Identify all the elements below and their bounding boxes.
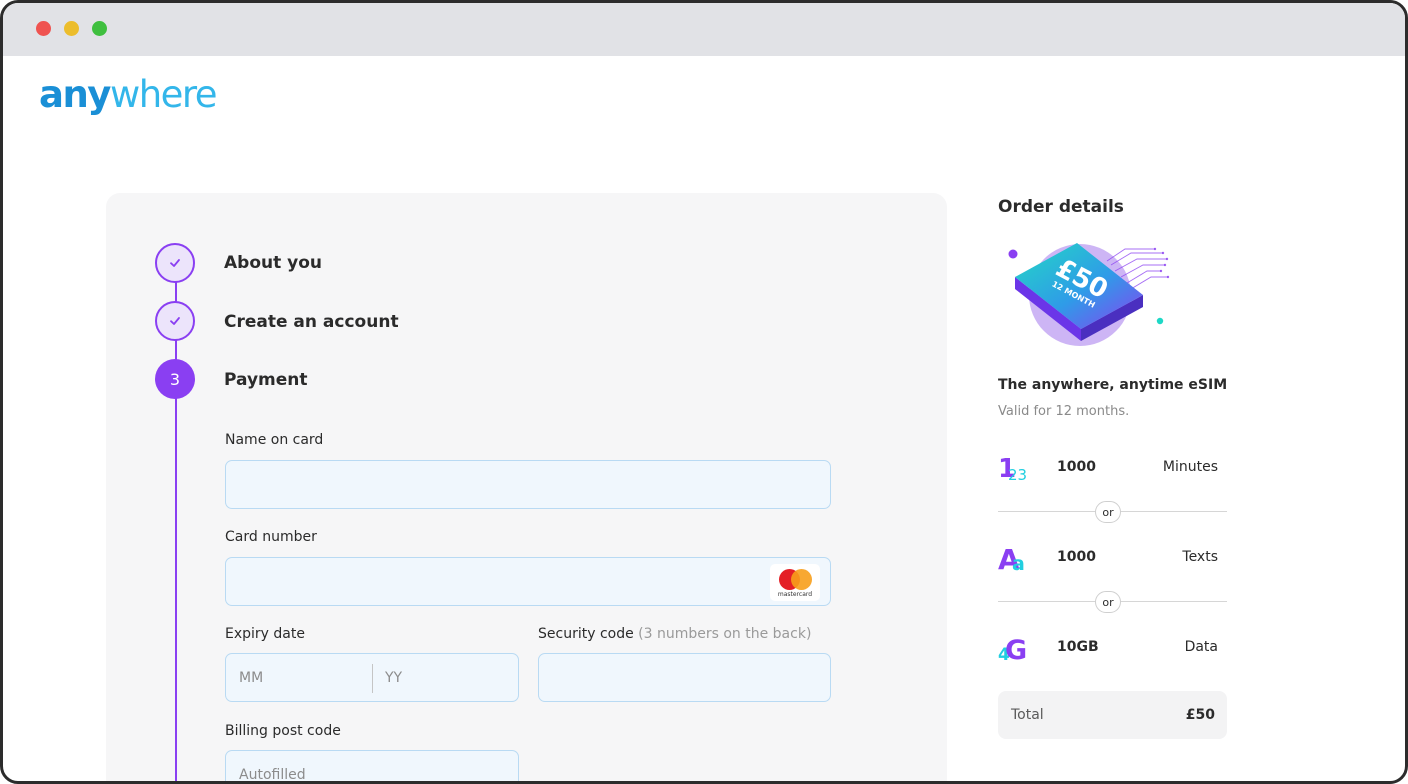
step-1-complete-icon	[155, 243, 195, 283]
logo-part-any: any	[39, 73, 111, 116]
data-unit: Data	[1184, 639, 1218, 655]
data-quantity: 10GB	[1057, 639, 1099, 655]
step-create-account[interactable]: Create an account	[224, 312, 399, 332]
numbers-icon: 1 23	[998, 454, 1027, 484]
security-code-label-text: Security code	[538, 626, 634, 642]
product-name: The anywhere, anytime eSIM	[998, 377, 1228, 393]
card-number-label: Card number	[225, 529, 317, 545]
name-on-card-label: Name on card	[225, 432, 324, 448]
security-code-label: Security code (3 numbers on the back)	[538, 626, 811, 642]
card-number-input[interactable]	[225, 557, 831, 606]
step-payment: Payment	[224, 370, 308, 390]
step-2-complete-icon	[155, 301, 195, 341]
mastercard-icon: mastercard	[770, 564, 820, 601]
text-icon: A a	[998, 543, 1025, 575]
minimize-window-button[interactable]	[64, 21, 79, 36]
step-3-number: 3	[155, 359, 195, 399]
order-total: Total £50	[998, 691, 1227, 739]
checkmark-icon	[170, 259, 180, 267]
card-brand-text: mastercard	[777, 591, 813, 598]
order-item-data: 4 G 10GB Data	[998, 631, 1218, 665]
product-validity: Valid for 12 months.	[998, 404, 1130, 419]
name-on-card-input[interactable]	[225, 460, 831, 509]
svg-text:G: G	[1005, 635, 1027, 665]
data-4g-icon: 4 G	[998, 635, 1027, 665]
checkmark-icon	[170, 317, 180, 325]
order-item-minutes: 1 23 1000 Minutes	[998, 451, 1218, 485]
total-value: £50	[1185, 707, 1215, 723]
texts-quantity: 1000	[1057, 549, 1096, 565]
browser-window: anywhere About you Create an account 3 P…	[0, 0, 1408, 784]
maximize-window-button[interactable]	[92, 21, 107, 36]
texts-unit: Texts	[1182, 549, 1218, 565]
brand-logo[interactable]: anywhere	[39, 71, 218, 119]
order-item-texts: A a 1000 Texts	[998, 541, 1218, 575]
billing-postcode-input[interactable]	[225, 750, 519, 781]
expiry-date-field	[225, 653, 519, 702]
minutes-quantity: 1000	[1057, 459, 1096, 475]
expiry-date-label: Expiry date	[225, 626, 305, 642]
esim-product-illustration: £50 12 MONTH	[1008, 243, 1170, 346]
or-separator: or	[1095, 591, 1121, 613]
order-details-title: Order details	[998, 197, 1124, 217]
title-bar	[3, 3, 1405, 56]
logo-part-where: where	[109, 73, 218, 116]
close-window-button[interactable]	[36, 21, 51, 36]
expiry-month-input[interactable]	[226, 654, 372, 701]
or-separator: or	[1095, 501, 1121, 523]
security-code-input[interactable]	[538, 653, 831, 702]
security-code-hint: (3 numbers on the back)	[638, 626, 812, 642]
expiry-divider	[372, 664, 373, 693]
total-label: Total	[1011, 707, 1044, 723]
expiry-year-input[interactable]	[372, 654, 518, 701]
billing-postcode-label: Billing post code	[225, 723, 341, 739]
step-about-you[interactable]: About you	[224, 253, 322, 273]
svg-text:23: 23	[1008, 466, 1027, 484]
svg-text:a: a	[1012, 553, 1025, 575]
stepper-line	[175, 265, 177, 781]
minutes-unit: Minutes	[1162, 459, 1218, 475]
